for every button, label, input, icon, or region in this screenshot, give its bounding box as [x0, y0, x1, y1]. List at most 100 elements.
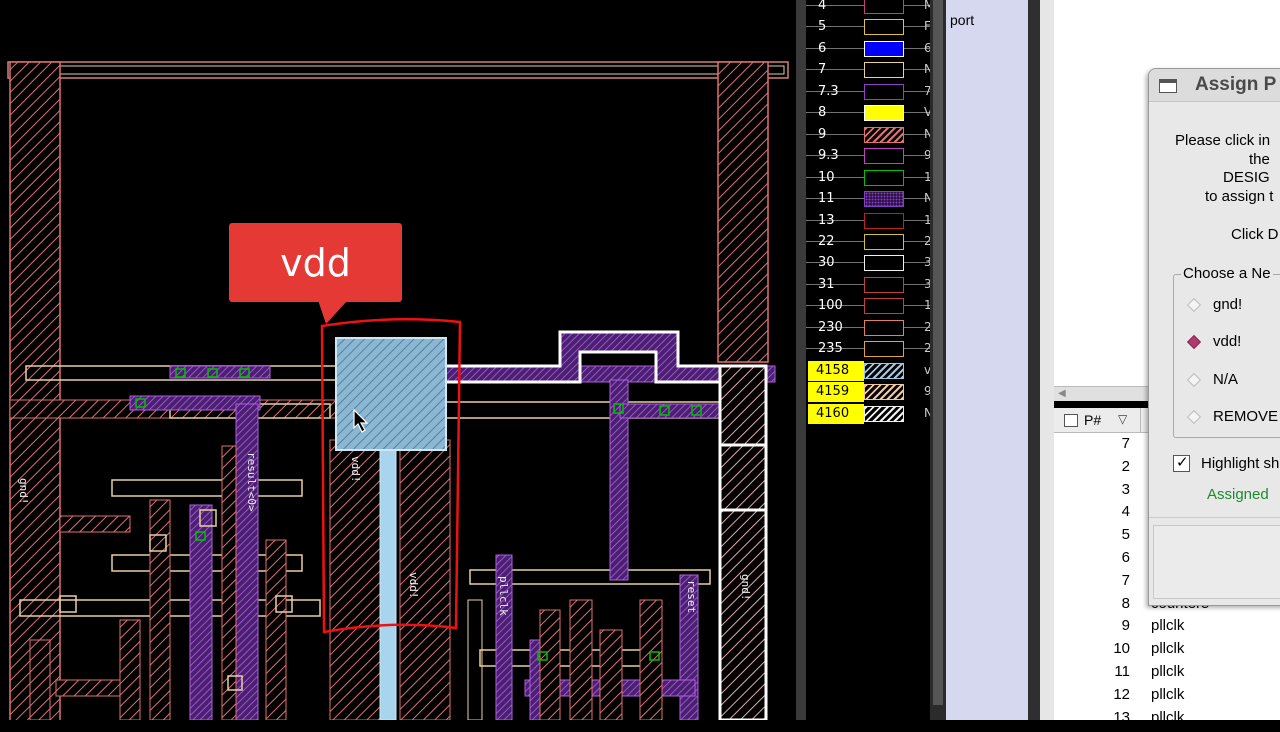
layer-row[interactable]: 4160 N	[806, 403, 930, 424]
table-icon	[1064, 414, 1078, 427]
layer-swatch[interactable]	[864, 341, 904, 358]
assign-pins-dialog: Assign P Please click in the DESIG to as…	[1148, 68, 1280, 606]
layer-number: 9	[818, 126, 827, 142]
layer-scrollbar-thumb[interactable]	[933, 0, 943, 705]
layer-row[interactable]: 9.3 9	[806, 146, 930, 166]
click-hint: Click D	[1231, 226, 1279, 243]
table-row[interactable]: 11 pllclk	[1054, 663, 1280, 686]
radio-gnd[interactable]	[1186, 297, 1202, 313]
layer-number: 4159	[808, 382, 864, 403]
layer-number: 22	[818, 233, 835, 249]
radio-remove-label[interactable]: REMOVE	[1213, 408, 1278, 425]
table-row[interactable]: 9 pllclk	[1054, 617, 1280, 640]
radio-vdd-label[interactable]: vdd!	[1213, 333, 1241, 350]
layer-number: 31	[818, 276, 835, 292]
layer-row[interactable]: 4M	[806, 0, 930, 16]
layer-swatch[interactable]	[864, 384, 904, 401]
dialog-title: Assign P	[1195, 74, 1277, 95]
layer-swatch[interactable]	[864, 148, 904, 165]
net-label-pllclk: pllclk	[497, 576, 510, 616]
net-label-reset: reset	[685, 580, 698, 614]
window-icon	[1159, 79, 1177, 93]
layer-row[interactable]: 4159 9	[806, 382, 930, 403]
pin-number: 10	[1113, 640, 1130, 658]
layer-row[interactable]: 8V	[806, 103, 930, 123]
layer-row[interactable]: 11 N	[806, 189, 930, 209]
layer-swatch[interactable]	[864, 405, 904, 422]
side-panel	[946, 0, 1028, 720]
scroll-left-icon[interactable]: ◀	[1058, 388, 1066, 399]
highlight-checkbox-label[interactable]: Highlight sh	[1201, 455, 1279, 472]
layer-row[interactable]: 5F	[806, 17, 930, 37]
layer-number: 8	[818, 105, 827, 121]
layer-row[interactable]: 7N	[806, 60, 930, 80]
layer-number: 4	[818, 0, 827, 13]
layer-swatch[interactable]	[864, 212, 904, 229]
layout-canvas[interactable]: gnd! result<0> vdd! vdd! pllclk reset gn…	[0, 0, 796, 720]
dialog-titlebar[interactable]: Assign P	[1149, 69, 1280, 102]
layer-swatch[interactable]	[864, 19, 904, 36]
highlight-checkbox[interactable]: ✓	[1173, 454, 1190, 472]
dialog-action-button[interactable]	[1153, 525, 1280, 599]
layer-number: 230	[818, 319, 843, 335]
layer-swatch[interactable]	[864, 298, 904, 315]
column-header-pin[interactable]: P#	[1084, 412, 1101, 428]
column-divider[interactable]	[1140, 408, 1141, 432]
pin-net-name: pllclk	[1151, 708, 1185, 726]
radio-vdd[interactable]	[1186, 334, 1202, 350]
layer-number: 7.3	[818, 83, 839, 99]
layer-swatch[interactable]	[864, 362, 904, 379]
support-label: port	[950, 12, 975, 28]
window-divider	[1028, 0, 1040, 720]
layer-row[interactable]: 100 1	[806, 296, 930, 316]
layer-number: 30	[818, 255, 835, 271]
sort-icon[interactable]: ▽	[1118, 412, 1127, 426]
layer-swatch[interactable]	[864, 105, 904, 122]
layer-swatch[interactable]	[864, 40, 904, 57]
layer-row[interactable]: 31 3	[806, 275, 930, 295]
pin-number: 11	[1114, 663, 1130, 680]
pin-number: 5	[1121, 526, 1130, 544]
instruction-line-2: the	[1249, 151, 1270, 168]
layer-swatch[interactable]	[864, 62, 904, 79]
layer-row[interactable]: 4158 v	[806, 360, 930, 381]
layer-swatch[interactable]	[864, 83, 904, 100]
vdd-callout: vdd	[229, 223, 402, 302]
layer-swatch[interactable]	[864, 0, 904, 14]
layer-swatch[interactable]	[864, 126, 904, 143]
table-row[interactable]: 13 pllclk	[1054, 709, 1280, 732]
layer-number: 100	[818, 298, 843, 314]
pin-number: 3	[1121, 480, 1130, 498]
table-row[interactable]: 10 pllclk	[1054, 640, 1280, 663]
radio-na[interactable]	[1186, 372, 1202, 388]
layer-row[interactable]: 235 2	[806, 339, 930, 359]
layer-swatch[interactable]	[864, 233, 904, 250]
net-label-vdd-1: vdd!	[349, 456, 362, 483]
layer-swatch[interactable]	[864, 191, 904, 208]
radio-gnd-label[interactable]: gnd!	[1213, 296, 1242, 313]
table-row[interactable]: 12 pllclk	[1054, 686, 1280, 709]
panel-divider[interactable]	[796, 0, 806, 720]
layer-swatch[interactable]	[864, 319, 904, 336]
radio-na-label[interactable]: N/A	[1213, 371, 1238, 388]
layer-row[interactable]: 10 1	[806, 168, 930, 188]
instruction-line-4: to assign t	[1205, 188, 1274, 205]
radio-remove[interactable]	[1186, 409, 1202, 425]
layer-swatch[interactable]	[864, 169, 904, 186]
pin-number: 7	[1121, 571, 1130, 589]
layer-swatch[interactable]	[864, 255, 904, 272]
layer-swatch[interactable]	[864, 276, 904, 293]
pin-number: 9	[1121, 617, 1130, 635]
layer-number: 9.3	[818, 148, 839, 164]
layer-number: 10	[818, 169, 835, 185]
layer-row[interactable]: 30 3	[806, 253, 930, 273]
layer-row[interactable]: 13 1	[806, 211, 930, 231]
layer-row[interactable]: 9N	[806, 125, 930, 145]
layer-number: 5	[818, 19, 827, 35]
pin-number: 4	[1121, 503, 1130, 521]
layer-row[interactable]: 230 2	[806, 318, 930, 338]
layer-row[interactable]: 66	[806, 39, 930, 59]
layer-row[interactable]: 22 2	[806, 232, 930, 252]
layer-row[interactable]: 7.3 7	[806, 82, 930, 102]
layout-drawing	[7, 61, 789, 720]
